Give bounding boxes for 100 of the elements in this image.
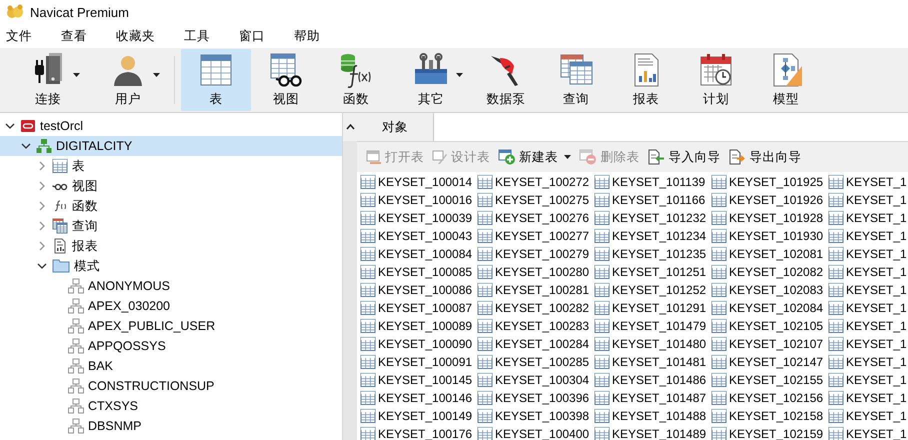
chevron-down-icon[interactable] — [5, 121, 15, 131]
table-item[interactable]: KEYSET_100282 — [477, 299, 590, 317]
table-item[interactable]: KEYSET_100275 — [477, 191, 590, 209]
table-item[interactable]: KEYSET_100085 — [360, 263, 472, 281]
tree-item[interactable]: APEX_030200 — [0, 296, 342, 316]
tree-item[interactable]: 模式 — [0, 256, 342, 276]
collapse-up-icon[interactable] — [346, 124, 354, 130]
toolbar-button[interactable]: 表 — [181, 49, 251, 111]
table-item[interactable]: KEYSET_100086 — [360, 281, 472, 299]
table-item[interactable]: KEYSET_101480 — [594, 335, 706, 353]
table-item[interactable]: KEYSET_100283 — [477, 317, 590, 335]
table-item[interactable]: KEYSET_100089 — [360, 317, 472, 335]
table-item[interactable]: KEYSET_100285 — [477, 353, 590, 371]
table-item[interactable]: KEYSET_101234 — [594, 227, 706, 245]
table-item[interactable]: KEYSET_101232 — [594, 209, 706, 227]
table-item[interactable]: KEYSET_100272 — [477, 173, 590, 191]
toolbar-button[interactable]: 其它 — [391, 49, 471, 111]
table-item[interactable]: KEYSET_1 — [828, 191, 907, 209]
table-item[interactable]: KEYSET_1 — [828, 353, 907, 371]
table-item[interactable]: KEYSET_100276 — [477, 209, 590, 227]
table-item[interactable]: KEYSET_102155 — [711, 371, 824, 389]
toolbar-button[interactable]: 查询 — [541, 49, 611, 111]
table-item[interactable]: KEYSET_100090 — [360, 335, 472, 353]
table-item[interactable]: KEYSET_101487 — [594, 389, 706, 407]
table-item[interactable]: KEYSET_100277 — [477, 227, 590, 245]
tree-item[interactable]: CONSTRUCTIONSUP — [0, 376, 342, 396]
tree-item[interactable]: 视图 — [0, 176, 342, 196]
table-item[interactable]: KEYSET_100016 — [360, 191, 472, 209]
table-item[interactable]: KEYSET_102147 — [711, 353, 824, 371]
table-item[interactable]: KEYSET_1 — [828, 227, 907, 245]
object-toolbar-button[interactable]: 导入向导 — [646, 146, 722, 168]
menu-item[interactable]: 窗口 — [233, 24, 277, 48]
table-item[interactable]: KEYSET_100280 — [477, 263, 590, 281]
tree-item[interactable]: 查询 — [0, 216, 342, 236]
table-item[interactable]: KEYSET_1 — [828, 209, 907, 227]
toolbar-button[interactable]: 模型 — [751, 49, 821, 111]
table-item[interactable]: KEYSET_100043 — [360, 227, 472, 245]
table-item[interactable]: KEYSET_100145 — [360, 371, 472, 389]
table-item[interactable]: KEYSET_102107 — [711, 335, 824, 353]
table-item[interactable]: KEYSET_101925 — [711, 173, 824, 191]
toolbar-button[interactable]: 数据泵 — [471, 49, 541, 111]
table-item[interactable]: KEYSET_102105 — [711, 317, 824, 335]
table-item[interactable]: KEYSET_101930 — [711, 227, 824, 245]
menu-item[interactable]: 工具 — [178, 24, 222, 48]
toolbar-button[interactable]: 连接 — [8, 49, 88, 111]
table-item[interactable]: KEYSET_1 — [828, 389, 907, 407]
toolbar-button[interactable]: 函数 — [321, 49, 391, 111]
object-toolbar-button[interactable]: 新建表 — [497, 146, 572, 168]
caret-icon[interactable] — [456, 73, 463, 77]
table-item[interactable]: KEYSET_1 — [828, 173, 907, 191]
table-item[interactable]: KEYSET_101235 — [594, 245, 706, 263]
table-item[interactable]: KEYSET_100084 — [360, 245, 472, 263]
tree-item[interactable]: APEX_PUBLIC_USER — [0, 316, 342, 336]
table-item[interactable]: KEYSET_102084 — [711, 299, 824, 317]
table-item[interactable]: KEYSET_100149 — [360, 407, 472, 425]
table-item[interactable]: KEYSET_1 — [828, 281, 907, 299]
table-item[interactable]: KEYSET_101481 — [594, 353, 706, 371]
table-item[interactable]: KEYSET_100014 — [360, 173, 472, 191]
table-item[interactable]: KEYSET_100087 — [360, 299, 472, 317]
table-item[interactable]: KEYSET_100284 — [477, 335, 590, 353]
table-item[interactable]: KEYSET_101291 — [594, 299, 706, 317]
tree-item[interactable]: 报表 — [0, 236, 342, 256]
menu-item[interactable]: 帮助 — [288, 24, 332, 48]
table-item[interactable]: KEYSET_102158 — [711, 407, 824, 425]
caret-icon[interactable] — [73, 73, 80, 77]
tree-item[interactable]: CTXSYS — [0, 396, 342, 416]
table-item[interactable]: KEYSET_101926 — [711, 191, 824, 209]
toolbar-button[interactable]: 用户 — [88, 49, 168, 111]
tree-item[interactable]: DIGITALCITY — [0, 136, 342, 156]
table-item[interactable]: KEYSET_1 — [828, 317, 907, 335]
table-item[interactable]: KEYSET_101488 — [594, 407, 706, 425]
table-item[interactable]: KEYSET_100304 — [477, 371, 590, 389]
toolbar-button[interactable]: 报表 — [611, 49, 681, 111]
table-item[interactable]: KEYSET_100091 — [360, 353, 472, 371]
table-item[interactable]: KEYSET_100039 — [360, 209, 472, 227]
tree-item[interactable]: BAK — [0, 356, 342, 376]
tree-item[interactable]: APPQOSSYS — [0, 336, 342, 356]
table-item[interactable]: KEYSET_1 — [828, 335, 907, 353]
menu-item[interactable]: 收藏夹 — [110, 24, 167, 48]
chevron-right-icon[interactable] — [37, 241, 47, 251]
toolbar-button[interactable]: 视图 — [251, 49, 321, 111]
tree-item[interactable]: ANONYMOUS — [0, 276, 342, 296]
table-item[interactable]: KEYSET_1 — [828, 407, 907, 425]
tree-item[interactable]: testOrcl — [0, 116, 342, 136]
menu-item[interactable]: 查看 — [55, 24, 99, 48]
table-item[interactable]: KEYSET_101251 — [594, 263, 706, 281]
table-item[interactable]: KEYSET_1 — [828, 263, 907, 281]
chevron-down-icon[interactable] — [21, 141, 31, 151]
table-item[interactable]: KEYSET_101139 — [594, 173, 706, 191]
tree-item[interactable]: 表 — [0, 156, 342, 176]
table-item[interactable]: KEYSET_102081 — [711, 245, 824, 263]
table-item[interactable]: KEYSET_1 — [828, 299, 907, 317]
menu-item[interactable]: 文件 — [0, 24, 44, 48]
table-item[interactable]: KEYSET_100146 — [360, 389, 472, 407]
table-item[interactable]: KEYSET_102083 — [711, 281, 824, 299]
table-item[interactable]: KEYSET_100281 — [477, 281, 590, 299]
caret-icon[interactable] — [153, 73, 160, 77]
chevron-right-icon[interactable] — [37, 161, 47, 171]
table-item[interactable]: KEYSET_102082 — [711, 263, 824, 281]
table-item[interactable]: KEYSET_101479 — [594, 317, 706, 335]
